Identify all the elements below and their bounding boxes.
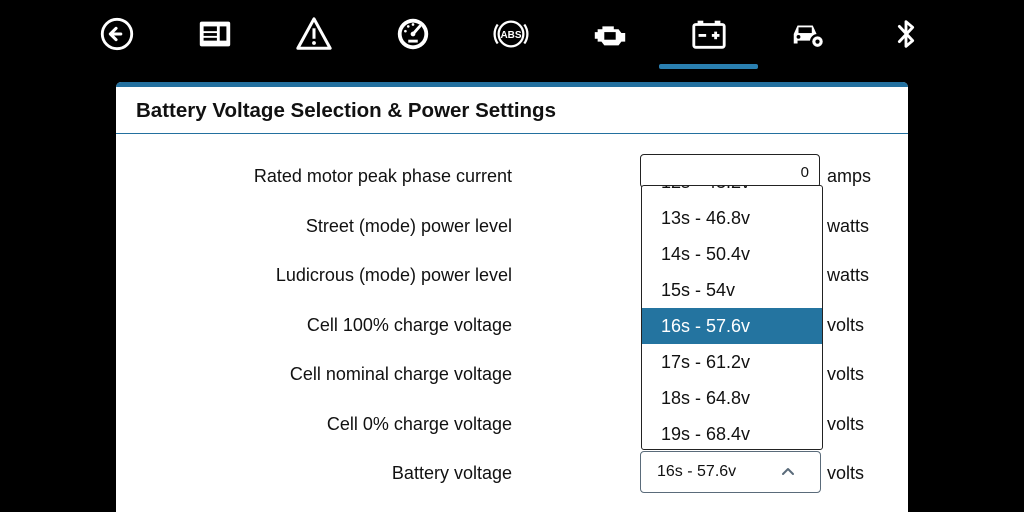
label-cell-0-charge-voltage: Cell 0% charge voltage: [326, 414, 512, 434]
battery-voltage-selected-value: 16s - 57.6v: [657, 463, 737, 480]
unit-amps: amps: [827, 166, 872, 186]
top-nav-bar: ABS: [0, 0, 1024, 82]
battery-voltage-dropdown[interactable]: 12s - 43.2v 13s - 46.8v 14s - 50.4v 15s …: [641, 185, 823, 450]
unit-cell-nominal-volts: volts: [827, 364, 865, 384]
label-battery-voltage: Battery voltage: [391, 463, 512, 483]
dropdown-option-18s[interactable]: 18s - 64.8v: [642, 380, 822, 416]
back-icon[interactable]: [97, 14, 137, 54]
unit-cell-0-volts: volts: [827, 414, 865, 434]
dropdown-option-17s[interactable]: 17s - 61.2v: [642, 344, 822, 380]
dropdown-option-15s[interactable]: 15s - 54v: [642, 272, 822, 308]
dropdown-option-16s[interactable]: 16s - 57.6v: [642, 308, 822, 344]
label-cell-100-charge-voltage: Cell 100% charge voltage: [306, 315, 512, 335]
dropdown-option-19s[interactable]: 19s - 68.4v: [642, 416, 822, 449]
label-cell-nominal-charge-voltage: Cell nominal charge voltage: [289, 364, 512, 384]
battery-icon[interactable]: [689, 14, 729, 54]
label-ludicrous-power-level: Ludicrous (mode) power level: [275, 265, 512, 285]
display-icon[interactable]: [195, 14, 235, 54]
dropdown-option-13s[interactable]: 13s - 46.8v: [642, 200, 822, 236]
abs-icon[interactable]: ABS: [491, 14, 531, 54]
rated-motor-peak-phase-current-value: 0: [800, 164, 809, 181]
engine-icon[interactable]: [590, 14, 630, 54]
unit-ludicrous-watts: watts: [827, 265, 870, 285]
unit-cell-100-volts: volts: [827, 315, 865, 335]
active-tab-indicator: [659, 64, 758, 69]
settings-panel: Battery Voltage Selection & Power Settin…: [116, 82, 908, 512]
label-street-power-level: Street (mode) power level: [305, 216, 512, 236]
battery-voltage-select[interactable]: 16s - 57.6v: [640, 451, 821, 493]
label-rated-motor-peak-phase-current: Rated motor peak phase current: [253, 166, 512, 186]
unit-battery-volts: volts: [827, 463, 865, 483]
warning-icon[interactable]: [294, 14, 334, 54]
dropdown-option-partial[interactable]: 12s - 43.2v: [642, 186, 822, 200]
abs-icon-label: ABS: [500, 30, 521, 41]
car-settings-icon[interactable]: [788, 14, 828, 54]
rated-motor-peak-phase-current-input[interactable]: 0: [640, 154, 820, 188]
panel-title: Battery Voltage Selection & Power Settin…: [136, 99, 556, 122]
gauge-icon[interactable]: [393, 14, 433, 54]
dropdown-option-14s[interactable]: 14s - 50.4v: [642, 236, 822, 272]
bluetooth-icon[interactable]: [886, 14, 926, 54]
unit-street-watts: watts: [827, 216, 870, 236]
panel-header: Battery Voltage Selection & Power Settin…: [116, 87, 908, 134]
chevron-up-icon: [782, 468, 794, 475]
